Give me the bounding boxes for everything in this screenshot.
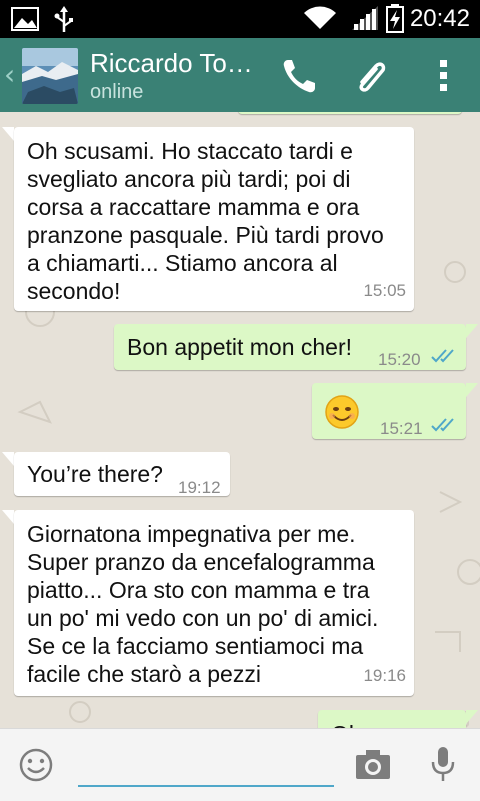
message-time: 15:21 [380, 419, 423, 438]
bubble-tail [466, 324, 478, 338]
microphone-icon[interactable] [428, 745, 458, 785]
battery-charging-icon [386, 4, 404, 33]
avatar[interactable] [22, 48, 78, 104]
call-button[interactable] [276, 52, 324, 100]
message-time: 19:12 [178, 478, 221, 497]
overflow-menu-button[interactable] [420, 52, 468, 100]
message-bubble-incoming[interactable]: You’re there? 19:12 [14, 452, 230, 497]
clock: 20:42 [409, 5, 470, 32]
attach-button[interactable] [346, 52, 394, 100]
status-bar: 20:42 [0, 0, 480, 38]
bubble-tail [466, 710, 478, 724]
message-bubble-outgoing[interactable]: 😊 15:21 [312, 383, 466, 439]
bubble-tail [2, 452, 14, 466]
contact-name[interactable]: Riccardo To… [90, 48, 253, 79]
wifi-icon [304, 6, 336, 29]
avatar-image [22, 48, 78, 104]
read-double-check-icon [431, 349, 454, 363]
bubble-tail [466, 383, 478, 397]
emoji-picker-icon[interactable] [18, 747, 54, 783]
message-text: Giornatona impegnativa per me. Super pra… [27, 521, 379, 687]
camera-icon[interactable] [354, 747, 392, 781]
chat-header: ‹ Riccardo To… online [0, 38, 480, 112]
back-chevron-icon[interactable]: ‹ [4, 58, 15, 91]
message-time: 15:05 [363, 281, 406, 300]
message-bubble-partial [238, 112, 462, 114]
message-bubble-outgoing[interactable]: Ok [318, 710, 466, 728]
message-bubble-incoming[interactable]: Oh scusami. Ho staccato tardi e svegliat… [14, 127, 414, 311]
phone-icon [283, 60, 315, 93]
message-list[interactable]: Oh scusami. Ho staccato tardi e svegliat… [0, 112, 480, 728]
message-bubble-outgoing[interactable]: Bon appetit mon cher! 15:20 [114, 324, 466, 370]
message-time: 15:20 [378, 350, 421, 369]
message-time: 19:16 [363, 666, 406, 685]
paperclip-icon [359, 62, 386, 92]
message-text: Bon appetit mon cher! [127, 334, 353, 360]
signal-icon [352, 6, 378, 30]
message-text: Ok [331, 720, 360, 728]
message-text: Oh scusami. Ho staccato tardi e svegliat… [27, 138, 384, 304]
image-notification-icon [11, 7, 39, 31]
message-input[interactable] [78, 743, 334, 787]
more-vertical-icon [440, 60, 447, 91]
contact-status: online [90, 81, 144, 103]
composer-bar [0, 728, 480, 801]
bubble-tail [2, 510, 14, 524]
bubble-tail [2, 127, 14, 141]
message-bubble-incoming[interactable]: Giornatona impegnativa per me. Super pra… [14, 510, 414, 696]
message-text: You’re there? [27, 461, 163, 487]
usb-icon [54, 6, 73, 32]
read-double-check-icon [431, 418, 454, 432]
smiley-emoji-icon [325, 395, 359, 429]
